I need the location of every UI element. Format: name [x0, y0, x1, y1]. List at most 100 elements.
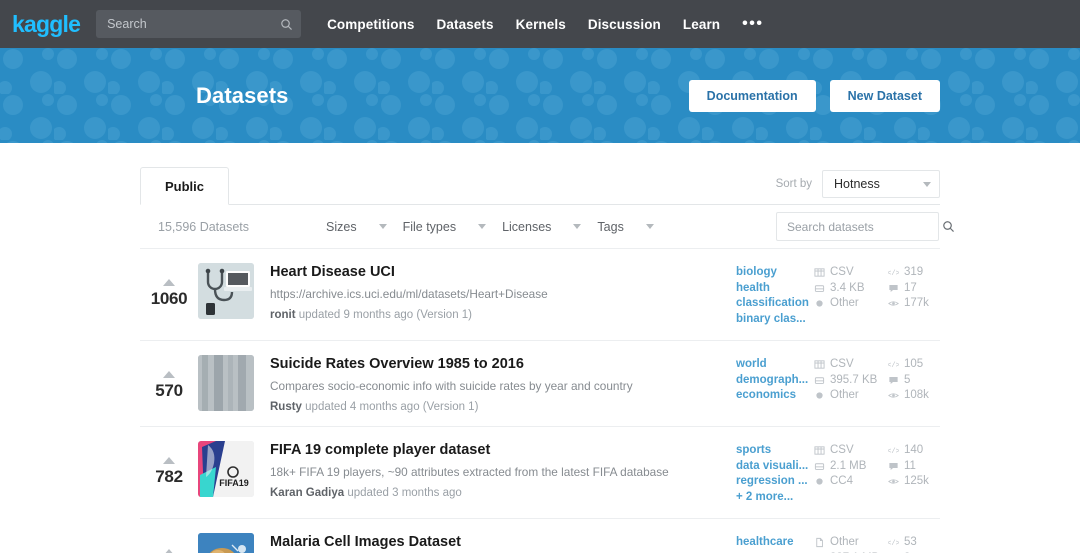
dataset-file-info: Other337.1 MBOther: [814, 535, 888, 553]
dataset-tag[interactable]: health: [736, 281, 814, 297]
tabs-row: Public Sort by Hotness: [140, 167, 940, 205]
chevron-down-icon: [645, 224, 654, 229]
vote-cell[interactable]: 1060: [140, 263, 198, 309]
meta-views: 108k: [888, 388, 940, 404]
filter-sizes-label: Sizes: [326, 219, 357, 234]
dataset-thumbnail[interactable]: [198, 533, 254, 553]
dataset-file-info: CSV 395.7 KB Other: [814, 357, 888, 404]
documentation-button[interactable]: Documentation: [688, 79, 816, 112]
upvote-arrow-icon[interactable]: [163, 457, 175, 465]
views-icon: [888, 476, 899, 487]
upvote-arrow-icon[interactable]: [163, 549, 175, 553]
meta-columns: </>53: [888, 535, 940, 551]
dataset-search-input[interactable]: [787, 219, 942, 234]
nav-link-discussion[interactable]: Discussion: [588, 17, 661, 32]
hero-actions: Documentation New Dataset: [688, 79, 940, 112]
dataset-title[interactable]: FIFA 19 complete player dataset: [270, 441, 724, 459]
dataset-tag[interactable]: economics: [736, 388, 814, 404]
search-icon: [280, 18, 293, 31]
chevron-down-icon: [573, 224, 582, 229]
dataset-author[interactable]: Karan Gadiya: [270, 487, 344, 499]
dataset-tag[interactable]: sports: [736, 443, 814, 459]
vote-cell[interactable]: 570: [140, 355, 198, 401]
dataset-row[interactable]: 1060 Heart Disease UCI https://archive.ics…: [140, 249, 940, 341]
dataset-thumbnail[interactable]: [198, 263, 254, 319]
sort-by-label: Sort by: [775, 178, 812, 190]
vote-cell[interactable]: 240: [140, 533, 198, 553]
upvote-arrow-icon[interactable]: [163, 279, 175, 286]
meta-views: 177k: [888, 296, 940, 312]
dataset-row[interactable]: 240 Malaria Cell Images DatasetCell Image…: [140, 519, 940, 553]
vote-cell[interactable]: 782: [140, 441, 198, 487]
dataset-tag[interactable]: world: [736, 357, 814, 373]
dataset-stats: </>14011125k: [888, 443, 940, 505]
dataset-row[interactable]: 782 FIFA19 FIFA 19 complete player dataset…: [140, 427, 940, 520]
dataset-file-info: CSV 2.1 MB CC4: [814, 443, 888, 505]
dataset-byline: ronit updated 9 months ago (Version 1): [270, 309, 473, 322]
dataset-tag[interactable]: demograph...: [736, 373, 814, 389]
filter-row: 15,596 Datasets Sizes File types License…: [140, 205, 954, 249]
dataset-author[interactable]: ronit: [270, 309, 296, 321]
dataset-tag[interactable]: biology: [736, 265, 814, 281]
dataset-stats: </>1055108k: [888, 357, 940, 404]
dataset-byline: Karan Gadiya updated 3 months ago: [270, 487, 462, 500]
columns-icon: </>: [888, 267, 899, 279]
dataset-tag[interactable]: regression ...: [736, 474, 814, 490]
meta-license: CC4: [814, 474, 888, 490]
filter-sizes[interactable]: Sizes: [326, 220, 387, 234]
dataset-meta: healthcareOther337.1 MBOther</>53335k: [736, 533, 940, 553]
comments-icon: [888, 461, 899, 472]
dataset-author[interactable]: Rusty: [270, 401, 302, 413]
nav-link-datasets[interactable]: Datasets: [437, 17, 494, 32]
vote-count: 1060: [150, 289, 188, 308]
dataset-title[interactable]: Suicide Rates Overview 1985 to 2016: [270, 355, 724, 373]
new-dataset-button[interactable]: New Dataset: [829, 79, 940, 112]
license-icon: [814, 298, 825, 309]
dataset-tags: world demograph... economics: [736, 357, 814, 404]
dataset-meta: world demograph... economics CSV 395.7 KB Oth…: [736, 355, 940, 404]
search-input[interactable]: [107, 17, 281, 31]
filetype-icon: [814, 537, 825, 548]
dataset-tag[interactable]: classification: [736, 296, 814, 312]
meta-columns: </>319: [888, 265, 940, 281]
dataset-thumbnail[interactable]: [198, 355, 254, 411]
sort-by-value: Hotness: [834, 177, 880, 191]
dataset-title[interactable]: Malaria Cell Images Dataset: [270, 533, 724, 551]
dataset-info: Heart Disease UCI https://archive.ics.uci…: [270, 263, 736, 321]
overflow-menu-icon[interactable]: •••: [742, 16, 763, 32]
svg-text:</>: </>: [888, 271, 899, 279]
sort-by-select[interactable]: Hotness: [822, 170, 940, 198]
meta-filetype: Other: [814, 535, 888, 551]
dataset-thumbnail[interactable]: FIFA19: [198, 441, 254, 498]
dataset-meta: biology health classification binary clas..…: [736, 263, 940, 327]
dataset-search[interactable]: [776, 212, 954, 241]
filter-licenses[interactable]: Licenses: [502, 220, 582, 234]
dataset-meta: sports data visuali... regression ... + 2 m…: [736, 441, 940, 505]
meta-filesize: 395.7 KB: [814, 373, 888, 389]
nav-link-competitions[interactable]: Competitions: [327, 17, 414, 32]
global-search[interactable]: [96, 10, 302, 38]
svg-text:FIFA19: FIFA19: [219, 478, 249, 488]
filter-file-types[interactable]: File types: [403, 220, 487, 234]
columns-icon: </>: [888, 359, 899, 371]
nav-link-kernels[interactable]: Kernels: [516, 17, 566, 32]
meta-columns: </>105: [888, 357, 940, 373]
filetype-icon: [814, 445, 825, 456]
dataset-tag[interactable]: healthcare: [736, 535, 814, 551]
tab-public[interactable]: Public: [140, 167, 230, 205]
nav-link-learn[interactable]: Learn: [683, 17, 720, 32]
kaggle-logo[interactable]: kaggle: [12, 12, 81, 36]
upvote-arrow-icon[interactable]: [163, 371, 175, 378]
vote-count: 570: [155, 381, 183, 400]
dataset-row[interactable]: 570 Suicide Rates Overview 1985 to 2016 Co…: [140, 341, 940, 428]
filter-tags-label: Tags: [597, 219, 624, 234]
dataset-tag[interactable]: data visuali...: [736, 459, 814, 475]
nav-links: Competitions Datasets Kernels Discussion…: [327, 16, 763, 32]
more-tags-link[interactable]: + 2 more...: [736, 491, 793, 503]
dataset-list: 1060 Heart Disease UCI https://archive.ics…: [140, 249, 940, 553]
dataset-tags: healthcare: [736, 535, 814, 553]
meta-comments: 5: [888, 373, 940, 389]
dataset-tag[interactable]: binary clas...: [736, 312, 814, 328]
dataset-title[interactable]: Heart Disease UCI: [270, 263, 724, 281]
filter-tags[interactable]: Tags: [597, 219, 654, 234]
